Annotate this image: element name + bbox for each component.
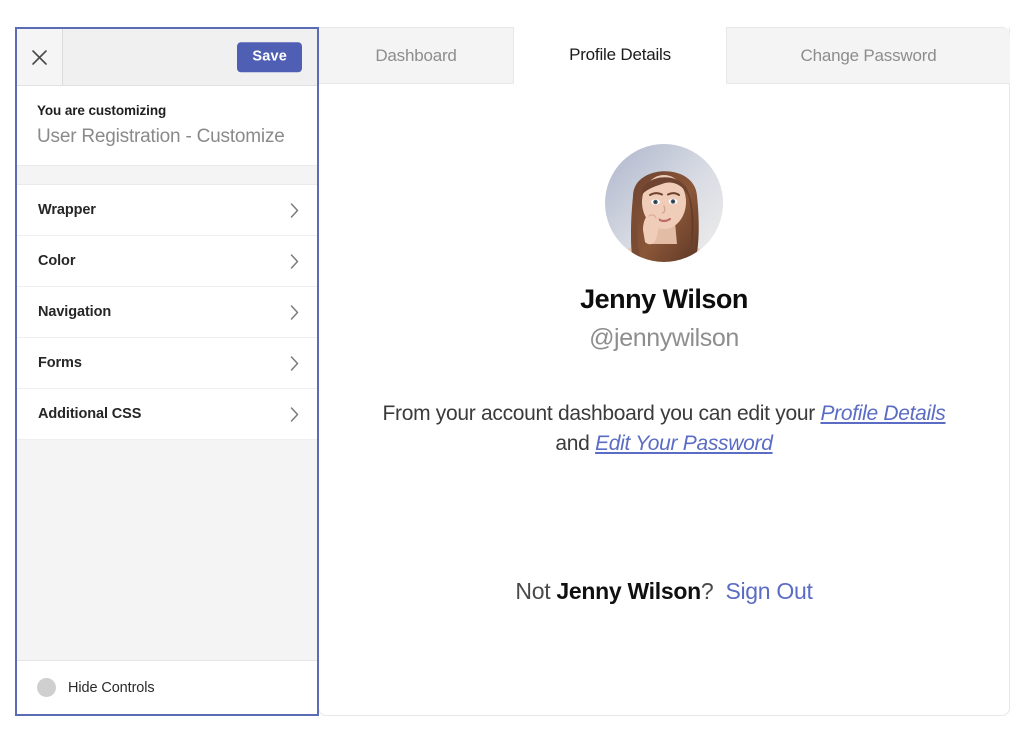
hide-controls-label: Hide Controls (68, 680, 155, 696)
profile-description: From your account dashboard you can edit… (364, 399, 964, 460)
close-x-icon[interactable] (17, 29, 63, 85)
customizer-panel: Save You are customizing User Registrati… (15, 27, 319, 716)
tab-change-password[interactable]: Change Password (726, 27, 1010, 84)
customizing-title: User Registration - Customize (37, 125, 297, 149)
sidebar-item-forms[interactable]: Forms (17, 338, 317, 389)
sidebar-item-label: Wrapper (38, 202, 96, 218)
app-screen: Save You are customizing User Registrati… (0, 0, 1024, 733)
toggle-circle-icon[interactable] (37, 678, 56, 697)
tab-bar: Dashboard Profile Details Change Passwor… (319, 27, 1011, 84)
sidebar-item-label: Additional CSS (38, 406, 141, 422)
signout-prefix: Not (515, 578, 556, 604)
description-middle: and (555, 432, 595, 455)
sidebar-item-label: Color (38, 253, 75, 269)
customizing-info: You are customizing User Registration - … (17, 86, 317, 165)
tab-profile-details[interactable]: Profile Details (513, 27, 727, 84)
customizer-menu: Wrapper Color Navigation Forms (17, 185, 317, 440)
signout-user-name: Jenny Wilson (556, 578, 700, 604)
signout-row: Not Jenny Wilson? Sign Out (319, 578, 1009, 605)
sidebar-item-label: Navigation (38, 304, 111, 320)
description-lead: From your account dashboard you can edit… (382, 402, 820, 425)
section-divider (17, 165, 317, 185)
customizer-header: Save (17, 29, 317, 86)
chevron-right-icon (290, 203, 299, 218)
sidebar-item-additional-css[interactable]: Additional CSS (17, 389, 317, 440)
preview-panel: Dashboard Profile Details Change Passwor… (318, 27, 1010, 716)
profile-details-link[interactable]: Profile Details (820, 402, 945, 425)
sign-out-link[interactable]: Sign Out (725, 578, 812, 604)
save-button[interactable]: Save (237, 42, 302, 72)
customizing-eyebrow: You are customizing (37, 102, 297, 120)
chevron-right-icon (290, 407, 299, 422)
chevron-right-icon (290, 305, 299, 320)
signout-suffix: ? (701, 578, 720, 604)
tab-dashboard[interactable]: Dashboard (319, 27, 514, 84)
profile-details-content: Jenny Wilson @jennywilson From your acco… (319, 84, 1009, 715)
sidebar-item-color[interactable]: Color (17, 236, 317, 287)
hide-controls-toggle[interactable]: Hide Controls (17, 660, 317, 714)
sidebar-item-navigation[interactable]: Navigation (17, 287, 317, 338)
sidebar-empty-area (17, 440, 317, 660)
chevron-right-icon (290, 254, 299, 269)
profile-handle: @jennywilson (319, 324, 1009, 353)
avatar (605, 144, 723, 262)
edit-password-link[interactable]: Edit Your Password (595, 432, 772, 455)
chevron-right-icon (290, 356, 299, 371)
sidebar-item-wrapper[interactable]: Wrapper (17, 185, 317, 236)
profile-name: Jenny Wilson (319, 284, 1009, 315)
sidebar-item-label: Forms (38, 355, 82, 371)
